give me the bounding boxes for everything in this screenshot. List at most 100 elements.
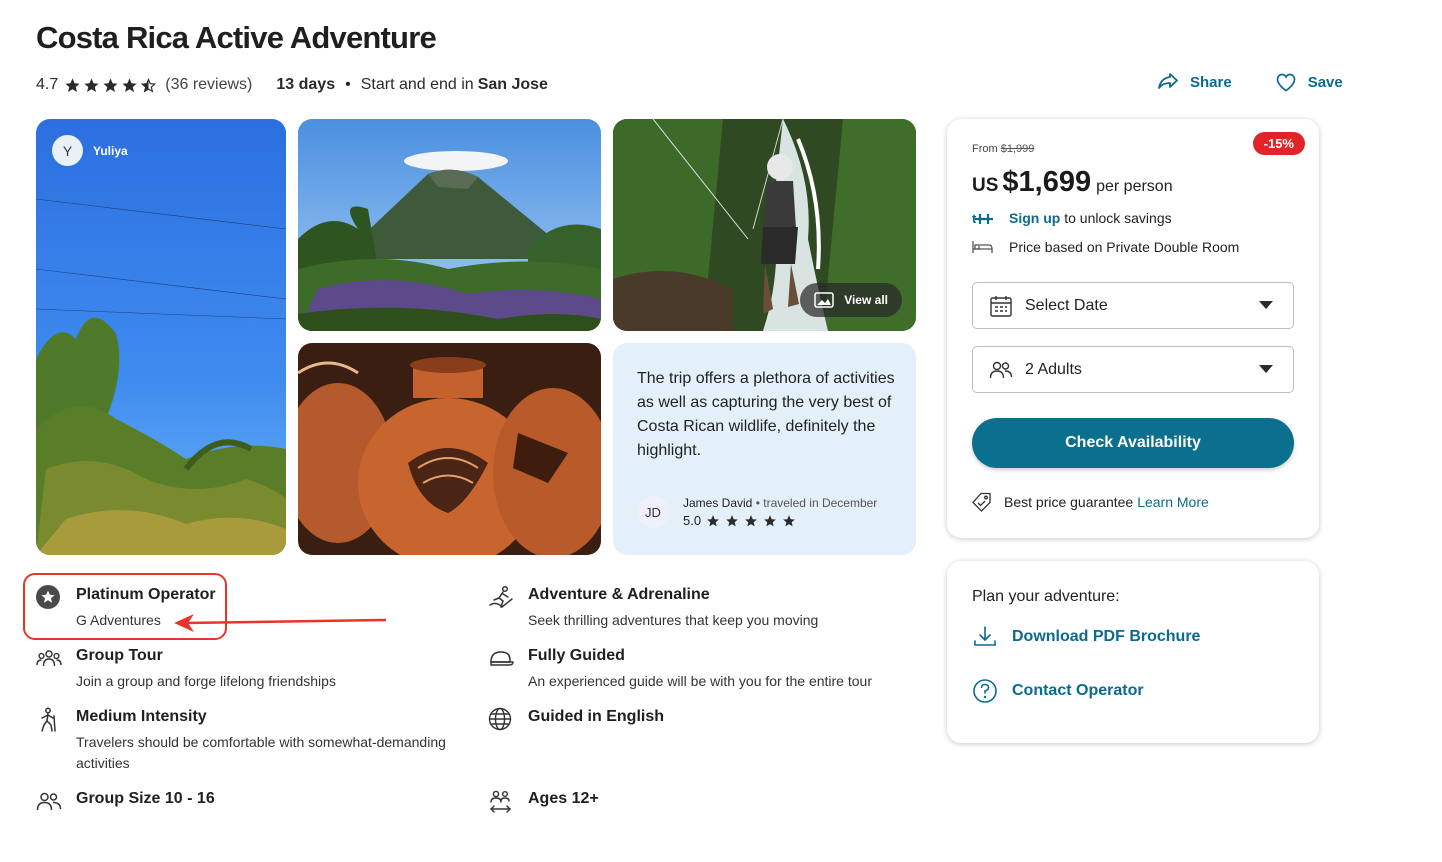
rating-stars xyxy=(64,77,157,94)
currency: US xyxy=(972,175,999,196)
star-icon xyxy=(84,77,99,92)
reviewer-line: James David • traveled in December xyxy=(683,496,878,510)
hiker-icon xyxy=(41,707,56,732)
check-availability-button[interactable]: Check Availability xyxy=(972,418,1294,468)
from-price: From $1,999 xyxy=(972,143,1034,155)
feature-title: Group Size 10 - 16 xyxy=(76,790,215,807)
guide-cap-icon xyxy=(490,651,514,666)
author-name: Yuliya xyxy=(93,143,128,158)
start-city: San Jose xyxy=(477,76,548,93)
plan-title: Plan your adventure: xyxy=(972,588,1120,605)
download-brochure-link[interactable]: Download PDF Brochure xyxy=(972,624,1200,650)
people-icon xyxy=(36,792,62,811)
gallery-photo-pottery[interactable] xyxy=(298,343,601,555)
travelers-select[interactable]: 2 Adults xyxy=(972,346,1294,393)
gallery-photo-volcano[interactable] xyxy=(298,119,601,331)
feature-adventure: Adventure & Adrenaline Seek thrilling ad… xyxy=(488,585,819,631)
feature-language: Guided in English xyxy=(488,707,664,733)
star-icon xyxy=(745,514,757,526)
learn-more-link[interactable]: Learn More xyxy=(1137,494,1209,510)
reviewer-avatar: JD xyxy=(637,496,669,528)
feature-title: Ages 12+ xyxy=(528,790,599,807)
chevron-down-icon xyxy=(1259,365,1273,373)
gallery-photo-sky[interactable]: Y Yuliya xyxy=(36,119,286,555)
date-select-value: Select Date xyxy=(1025,296,1108,314)
signup-line: t Sign up to unlock savings xyxy=(972,210,1172,226)
view-all-button[interactable]: View all xyxy=(800,283,902,317)
contact-operator-link[interactable]: Contact Operator xyxy=(972,678,1144,704)
calendar-icon xyxy=(990,295,1012,317)
adventure-icon xyxy=(489,585,513,609)
page-title: Costa Rica Active Adventure xyxy=(36,20,437,55)
reviewer-rating-value: 5.0 xyxy=(683,513,702,528)
reviewer-rating: 5.0 xyxy=(683,513,877,528)
gallery-photo-rappel[interactable]: View all xyxy=(613,119,916,331)
star-icon xyxy=(726,514,738,526)
group-icon xyxy=(36,650,62,667)
view-all-label: View all xyxy=(844,293,888,307)
pottery-image xyxy=(298,343,601,555)
star-icon xyxy=(707,514,719,526)
plan-adventure-card: Plan your adventure: Download PDF Brochu… xyxy=(947,561,1319,743)
price-unit: per person xyxy=(1096,178,1173,195)
download-icon xyxy=(974,626,996,646)
save-button[interactable]: Save xyxy=(1274,70,1343,94)
save-label: Save xyxy=(1307,73,1343,91)
price-tag-icon xyxy=(972,492,991,512)
feature-group-tour: Group Tour Join a group and forge lifelo… xyxy=(36,647,336,692)
photo-author: Y Yuliya xyxy=(52,135,128,166)
share-label: Share xyxy=(1190,73,1232,91)
duration: 13 days xyxy=(276,76,336,93)
feature-group-size: Group Size 10 - 16 xyxy=(36,790,215,815)
feature-title: Adventure & Adrenaline xyxy=(528,586,710,603)
annotation-arrow xyxy=(174,614,387,632)
date-select[interactable]: Select Date xyxy=(972,282,1294,329)
reviews-link[interactable]: (36 reviews) xyxy=(165,76,252,94)
rating-value: 4.7 xyxy=(36,76,59,93)
room-note: Price based on Private Double Room xyxy=(1009,239,1240,255)
signup-text: to unlock savings xyxy=(1064,210,1172,226)
contact-label: Contact Operator xyxy=(1012,682,1144,699)
review-quote-card: The trip offers a plethora of activities… xyxy=(613,343,916,555)
reviewer-name: James David xyxy=(683,496,753,510)
feature-ages: Ages 12+ xyxy=(488,790,599,815)
ages-icon xyxy=(490,790,511,813)
people-icon xyxy=(989,361,1013,378)
feature-title: Medium Intensity xyxy=(76,708,207,725)
feature-title: Guided in English xyxy=(528,708,664,725)
star-icon xyxy=(783,514,795,526)
feature-desc: Join a group and forge lifelong friendsh… xyxy=(76,673,336,689)
chevron-down-icon xyxy=(1259,301,1273,309)
price-amount: $1,699 xyxy=(1002,166,1092,198)
bed-icon xyxy=(972,241,993,253)
price-line: US $1,699 per person xyxy=(972,166,1173,199)
price-guarantee: Best price guarantee Learn More xyxy=(972,492,1209,512)
discount-badge: -15% xyxy=(1252,132,1305,155)
tplus-icon: t xyxy=(972,211,993,226)
original-price: $1,999 xyxy=(1000,143,1035,155)
travelers-value: 2 Adults xyxy=(1025,360,1082,378)
top-actions: Share Save xyxy=(1156,70,1343,94)
room-line: Price based on Private Double Room xyxy=(972,239,1239,255)
half-star-icon xyxy=(141,77,157,93)
volcano-image xyxy=(298,119,601,331)
booking-card: From $1,999 -15% US $1,699 per person t … xyxy=(947,119,1319,538)
star-icon xyxy=(65,77,80,92)
download-label: Download PDF Brochure xyxy=(1012,628,1201,645)
feature-desc: Travelers should be comfortable with som… xyxy=(76,734,446,771)
feature-fully-guided: Fully Guided An experienced guide will b… xyxy=(488,647,872,692)
tour-meta: 4.7 (36 reviews) 13 days • Start and end… xyxy=(36,74,548,96)
share-icon xyxy=(1158,73,1178,89)
heart-icon xyxy=(1276,73,1296,92)
star-icon xyxy=(103,77,118,92)
share-button[interactable]: Share xyxy=(1156,70,1232,94)
feature-intensity: Medium Intensity Travelers should be com… xyxy=(36,707,456,774)
feature-desc: Seek thrilling adventures that keep you … xyxy=(528,612,819,628)
star-icon xyxy=(122,77,137,92)
review-author: JD James David • traveled in December 5.… xyxy=(637,496,877,528)
star-icon xyxy=(764,514,776,526)
signup-link[interactable]: Sign up xyxy=(1009,210,1060,226)
author-avatar: Y xyxy=(52,135,83,166)
review-quote-text: The trip offers a plethora of activities… xyxy=(637,370,895,459)
start-end-label: Start and end in xyxy=(360,76,474,93)
